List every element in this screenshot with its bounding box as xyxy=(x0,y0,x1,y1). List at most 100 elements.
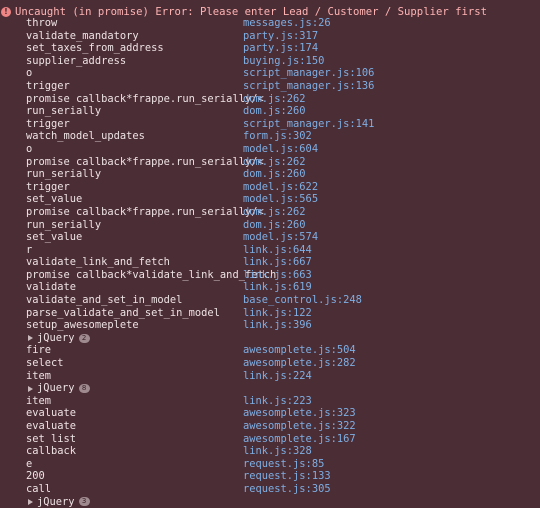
frame-source-link[interactable]: awesomplete.js:282 xyxy=(243,357,356,370)
frame-function-name: validate_mandatory xyxy=(26,29,139,42)
frame-group-toggle[interactable]: jQuery 3 xyxy=(28,496,90,508)
frame-source-link[interactable]: link.js:667 xyxy=(243,256,312,269)
frame-source-link[interactable]: awesomplete.js:504 xyxy=(243,344,356,357)
collapsed-frame-group[interactable]: jQuery 3 xyxy=(0,496,540,508)
frame-source-link[interactable]: dom.js:260 xyxy=(243,219,306,232)
frame-source-link[interactable]: party.js:174 xyxy=(243,42,318,55)
frame-source-link[interactable]: script_manager.js:106 xyxy=(243,67,374,80)
frame-group-label: jQuery xyxy=(37,495,75,508)
frame-function-name: evaluate xyxy=(26,407,77,420)
frame-function-name: call xyxy=(26,482,52,495)
frame-function-name: set list xyxy=(26,432,77,445)
frame-source-link[interactable]: script_manager.js:141 xyxy=(243,118,374,131)
frame-source-link[interactable]: link.js:644 xyxy=(243,244,312,257)
frame-source-link[interactable]: dom.js:260 xyxy=(243,168,306,181)
frame-source-link[interactable]: dom.js:260 xyxy=(243,105,306,118)
frame-function-name: validate xyxy=(26,281,77,294)
stack-frame: validate_link_and_fetch link.js:667 xyxy=(0,256,540,269)
frame-source-link[interactable]: link.js:223 xyxy=(243,395,312,408)
stack-frame: select awesomplete.js:282 xyxy=(0,357,540,370)
frame-function-name: supplier_address xyxy=(26,54,127,67)
frame-function-name: promise callback*frappe.run_serially/< xyxy=(26,205,264,218)
expand-triangle-icon[interactable] xyxy=(28,385,33,392)
frame-group-count-badge: 8 xyxy=(78,384,90,394)
frame-source-link[interactable]: messages.js:26 xyxy=(243,17,331,30)
frame-function-name: throw xyxy=(26,17,58,29)
frame-function-name: set_value xyxy=(26,231,83,244)
stack-frame: item link.js:224 xyxy=(0,370,540,383)
frame-source-link[interactable]: link.js:122 xyxy=(243,307,312,320)
frame-function-name: e xyxy=(26,457,33,470)
collapsed-frame-group[interactable]: jQuery 2 xyxy=(0,332,540,345)
frame-source-link[interactable]: dom.js:262 xyxy=(243,93,306,106)
frame-source-link[interactable]: model.js:604 xyxy=(243,143,318,156)
frame-group-toggle[interactable]: jQuery 2 xyxy=(28,332,90,345)
frame-function-name: set_taxes_from_address xyxy=(26,42,164,55)
stack-frame: evaluate awesomplete.js:323 xyxy=(0,407,540,420)
stack-frame: watch_model_updates form.js:302 xyxy=(0,130,540,143)
frame-function-name: parse_validate_and_set_in_model xyxy=(26,306,220,319)
error-circle-icon: ! xyxy=(1,6,11,17)
frame-function-name: validate_and_set_in_model xyxy=(26,294,183,307)
frame-source-link[interactable]: link.js:328 xyxy=(243,445,312,458)
frame-source-link[interactable]: model.js:565 xyxy=(243,193,318,206)
stack-frame: run_serially dom.js:260 xyxy=(0,168,540,181)
stack-trace: throw messages.js:26 validate_mandatory par… xyxy=(0,17,540,508)
frame-source-link[interactable]: link.js:619 xyxy=(243,281,312,294)
frame-group-count-badge: 2 xyxy=(78,333,90,343)
frame-source-link[interactable]: request.js:85 xyxy=(243,458,324,471)
frame-source-link[interactable]: base_control.js:248 xyxy=(243,294,362,307)
stack-frame: set list awesomplete.js:167 xyxy=(0,433,540,446)
frame-source-link[interactable]: awesomplete.js:323 xyxy=(243,407,356,420)
frame-function-name: run_serially xyxy=(26,168,102,181)
frame-source-link[interactable]: buying.js:150 xyxy=(243,55,324,68)
frame-source-link[interactable]: form.js:302 xyxy=(243,130,312,143)
stack-frame: call request.js:305 xyxy=(0,483,540,496)
stack-frame: callback link.js:328 xyxy=(0,445,540,458)
stack-frame: parse_validate_and_set_in_model link.js:1… xyxy=(0,307,540,320)
frame-source-link[interactable]: dom.js:262 xyxy=(243,206,306,219)
frame-source-link[interactable]: model.js:574 xyxy=(243,231,318,244)
expand-triangle-icon[interactable] xyxy=(28,335,33,342)
stack-frame: o script_manager.js:106 xyxy=(0,67,540,80)
frame-source-link[interactable]: link.js:224 xyxy=(243,370,312,383)
frame-function-name: promise callback*frappe.run_serially/< xyxy=(26,155,264,168)
frame-source-link[interactable]: link.js:396 xyxy=(243,319,312,332)
stack-frame: promise callback*frappe.run_serially/< do… xyxy=(0,206,540,219)
stack-frame: item link.js:223 xyxy=(0,395,540,408)
stack-frame: run_serially dom.js:260 xyxy=(0,219,540,232)
stack-frame: validate_and_set_in_model base_control.js… xyxy=(0,294,540,307)
frame-function-name: run_serially xyxy=(26,218,102,231)
frame-source-link[interactable]: model.js:622 xyxy=(243,181,318,194)
stack-frame: e request.js:85 xyxy=(0,458,540,471)
frame-group-label: jQuery xyxy=(37,331,75,344)
frame-function-name: set_value xyxy=(26,193,83,206)
collapsed-frame-group[interactable]: jQuery 8 xyxy=(0,382,540,395)
stack-frame: promise callback*frappe.run_serially/< do… xyxy=(0,156,540,169)
frame-function-name: promise callback*frappe.run_serially/< xyxy=(26,92,264,105)
frame-source-link[interactable]: party.js:317 xyxy=(243,30,318,43)
frame-function-name: run_serially xyxy=(26,105,102,118)
frame-function-name: trigger xyxy=(26,180,70,193)
frame-source-link[interactable]: awesomplete.js:167 xyxy=(243,433,356,446)
stack-frame: throw messages.js:26 xyxy=(0,17,540,30)
frame-source-link[interactable]: script_manager.js:136 xyxy=(243,80,374,93)
frame-function-name: validate_link_and_fetch xyxy=(26,256,170,269)
frame-function-name: o xyxy=(26,142,33,155)
frame-function-name: 200 xyxy=(26,470,45,483)
frame-source-link[interactable]: request.js:305 xyxy=(243,483,331,496)
frame-source-link[interactable]: request.js:133 xyxy=(243,470,331,483)
frame-source-link[interactable]: link.js:663 xyxy=(243,269,312,282)
frame-source-link[interactable]: dom.js:262 xyxy=(243,156,306,169)
frame-group-toggle[interactable]: jQuery 8 xyxy=(28,382,90,395)
frame-source-link[interactable]: awesomplete.js:322 xyxy=(243,420,356,433)
frame-function-name: promise callback*validate_link_and_fetch xyxy=(26,268,277,281)
frame-function-name: evaluate xyxy=(26,420,77,432)
stack-frame: trigger model.js:622 xyxy=(0,181,540,194)
frame-function-name: watch_model_updates xyxy=(26,130,145,143)
frame-function-name: trigger xyxy=(26,117,70,130)
stack-frame: r link.js:644 xyxy=(0,244,540,257)
stack-frame: trigger script_manager.js:136 xyxy=(0,80,540,93)
stack-frame: validate link.js:619 xyxy=(0,281,540,294)
frame-function-name: item xyxy=(26,394,52,407)
